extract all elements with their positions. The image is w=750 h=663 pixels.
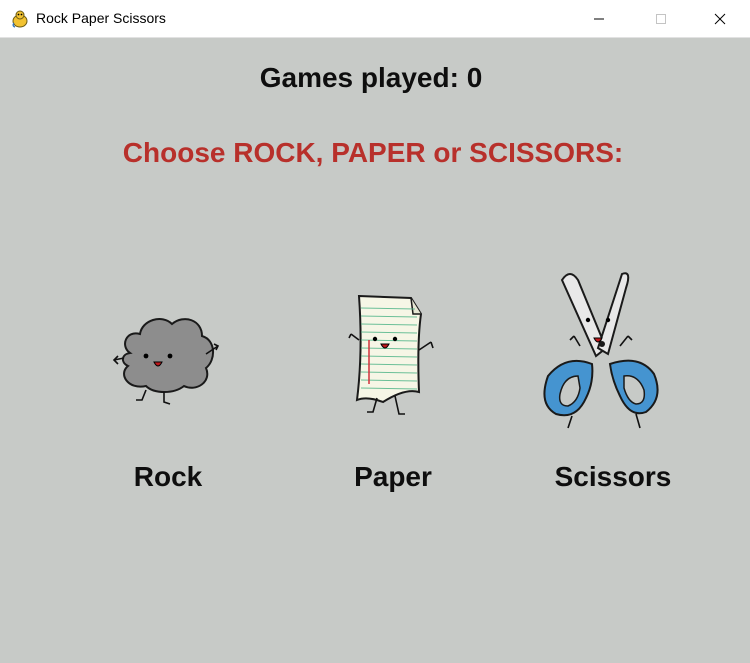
paper-character-icon xyxy=(348,294,434,415)
rock-choice[interactable] xyxy=(108,308,223,408)
paper-label[interactable]: Paper xyxy=(293,461,493,493)
choose-prompt: Choose ROCK, PAPER or SCISSORS: xyxy=(122,137,624,168)
close-icon xyxy=(714,13,726,25)
paper-choice[interactable] xyxy=(345,292,445,427)
close-button[interactable] xyxy=(697,0,743,38)
window-titlebar[interactable]: Rock Paper Scissors xyxy=(0,0,750,38)
rock-label[interactable]: Rock xyxy=(68,461,268,493)
scissors-character-icon xyxy=(543,272,659,429)
maximize-button[interactable] xyxy=(638,0,684,38)
pygame-snake-icon xyxy=(12,10,28,28)
game-area: Games played: 0 Choose ROCK, PAPER or SC… xyxy=(0,38,750,663)
rock-character-icon xyxy=(112,318,220,405)
scissors-label[interactable]: Scissors xyxy=(513,461,713,493)
window-title: Rock Paper Scissors xyxy=(36,10,166,26)
games-played-counter: Games played: 0 xyxy=(259,62,483,93)
scissors-choice[interactable] xyxy=(536,266,666,434)
minimize-icon xyxy=(594,18,604,20)
maximize-icon xyxy=(656,14,666,24)
minimize-button[interactable] xyxy=(576,0,622,38)
